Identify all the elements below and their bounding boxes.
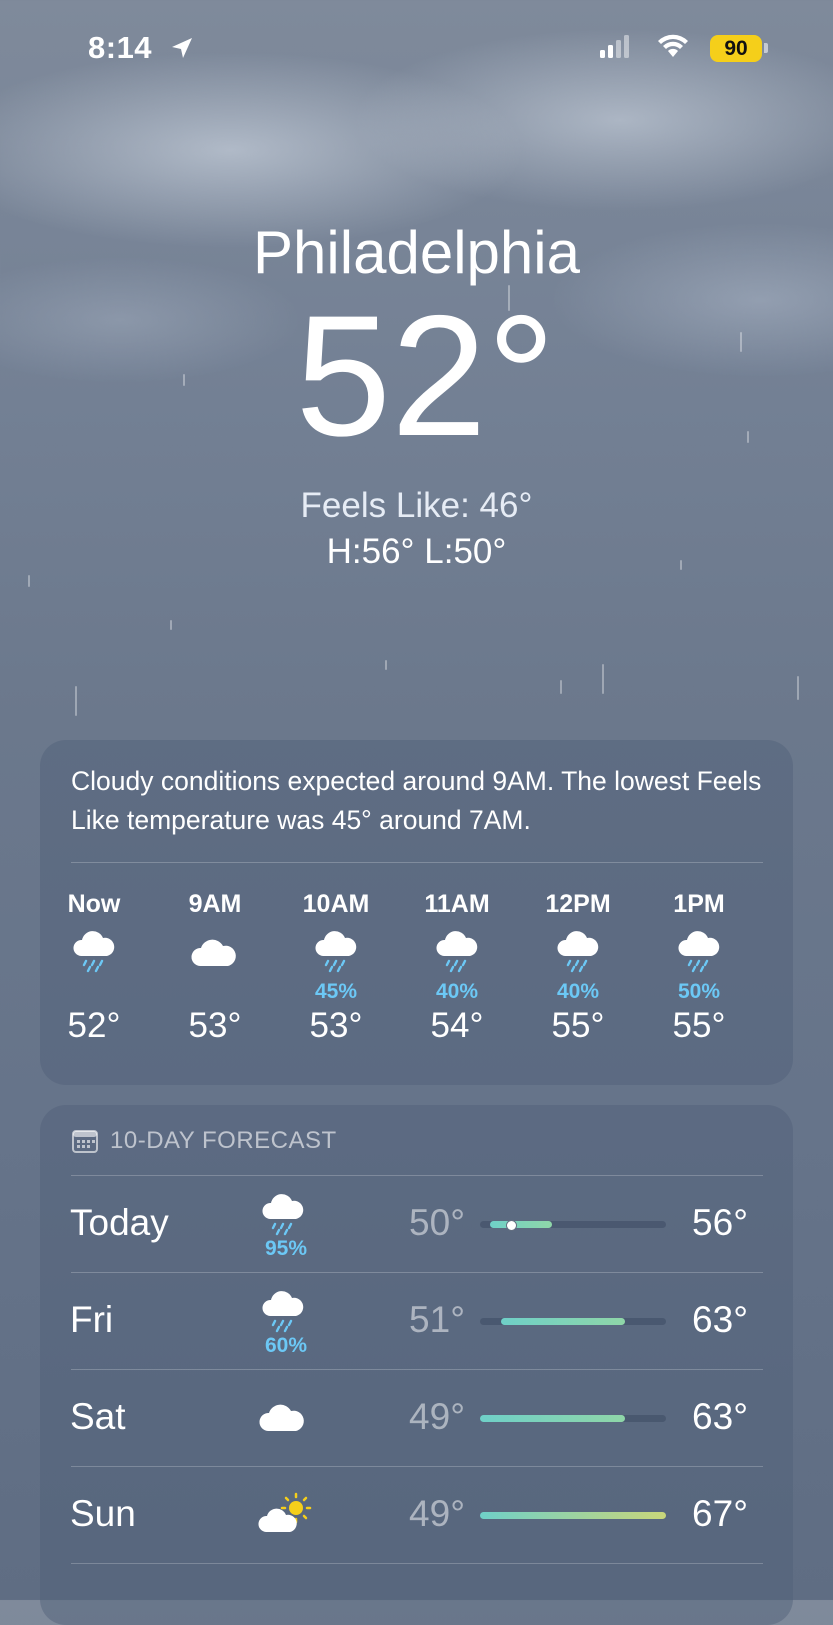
day-name: Fri — [70, 1299, 114, 1340]
cellular-signal-icon — [600, 35, 629, 58]
precip-chance: 40% — [435, 980, 479, 1003]
temperature-range-bar — [480, 1512, 666, 1519]
status-bar: 8:14 90 — [0, 0, 833, 100]
forecast-row[interactable]: Fri 60% 51° 63° — [40, 1272, 793, 1370]
precip-chance: 95% — [264, 1237, 308, 1260]
day-name: Today — [70, 1202, 169, 1243]
partly-sunny-icon — [258, 1488, 314, 1534]
day-name: Sat — [70, 1396, 126, 1437]
rain-cloud-icon — [258, 1286, 314, 1333]
ten-day-forecast-card[interactable]: 10-DAY FORECAST Today 95% 50° 56° Fri 60% 51° 6… — [40, 1105, 793, 1625]
rain-cloud-icon — [674, 926, 724, 976]
status-time: 8:14 — [88, 30, 153, 65]
high-temperature: 67° — [692, 1493, 748, 1534]
forecast-row[interactable]: Sun 49° 67° — [40, 1466, 793, 1564]
rain-cloud-icon — [432, 926, 482, 976]
hourly-forecast-card[interactable]: Cloudy conditions expected around 9AM. T… — [40, 740, 793, 1085]
hour-temperature: 55° — [551, 1006, 605, 1045]
low-temperature: 50° — [409, 1202, 465, 1243]
high-temperature: 63° — [692, 1299, 748, 1340]
day-name: Sun — [70, 1493, 136, 1534]
current-temperature-dot — [506, 1220, 517, 1231]
hour-label: 1PM — [673, 890, 725, 918]
cloud-icon — [190, 926, 240, 976]
hour-temperature: 53° — [188, 1006, 242, 1045]
cloud-icon — [258, 1391, 314, 1437]
hour-label: Now — [67, 890, 121, 918]
hour-label: 11AM — [424, 890, 490, 918]
conditions-summary: Cloudy conditions expected around 9AM. T… — [71, 766, 762, 835]
rain-cloud-icon — [553, 926, 603, 976]
temperature-range-bar — [480, 1415, 666, 1422]
battery-tip — [764, 43, 768, 53]
rain-cloud-icon — [69, 926, 119, 976]
temperature-range-fill — [480, 1415, 625, 1422]
hour-temperature: 55° — [672, 1006, 726, 1045]
temperature-range-fill — [480, 1512, 666, 1519]
precip-chance: 40% — [556, 980, 600, 1003]
high-low: H:56° L:50° — [326, 532, 507, 571]
hour-label: 12PM — [545, 890, 611, 918]
high-temperature: 56° — [692, 1202, 748, 1243]
precip-chance: 45% — [314, 980, 358, 1003]
hour-temperature: 53° — [309, 1006, 363, 1045]
hour-label: 10AM — [302, 890, 370, 918]
battery-indicator: 90 — [710, 35, 762, 62]
temperature-range-fill — [500, 1318, 625, 1325]
forecast-row[interactable]: Today 95% 50° 56° — [40, 1175, 793, 1273]
forecast-row[interactable]: Sat 49° 63° — [40, 1369, 793, 1467]
location-arrow-icon — [172, 38, 192, 58]
city-name: Philadelphia — [253, 219, 580, 286]
forecast-title: 10-DAY FORECAST — [110, 1127, 337, 1154]
temperature-range-fill — [490, 1221, 553, 1228]
hour-temperature: 54° — [430, 1006, 484, 1045]
hour-label: 9AM — [188, 890, 242, 918]
calendar-icon — [72, 1130, 98, 1153]
feels-like: Feels Like: 46° — [300, 486, 533, 525]
divider — [71, 862, 763, 863]
precip-chance: 60% — [264, 1334, 308, 1357]
precip-chance: 50% — [677, 980, 721, 1003]
wifi-icon — [658, 34, 688, 57]
current-temperature: 52° — [295, 280, 556, 472]
divider — [71, 1563, 763, 1564]
low-temperature: 51° — [409, 1299, 465, 1340]
rain-cloud-icon — [311, 926, 361, 976]
rain-cloud-icon — [258, 1189, 314, 1236]
hour-temperature: 52° — [67, 1006, 121, 1045]
low-temperature: 49° — [409, 1493, 465, 1534]
low-temperature: 49° — [409, 1396, 465, 1437]
temperature-range-bar — [480, 1318, 666, 1325]
temperature-range-bar — [480, 1220, 666, 1231]
high-temperature: 63° — [692, 1396, 748, 1437]
